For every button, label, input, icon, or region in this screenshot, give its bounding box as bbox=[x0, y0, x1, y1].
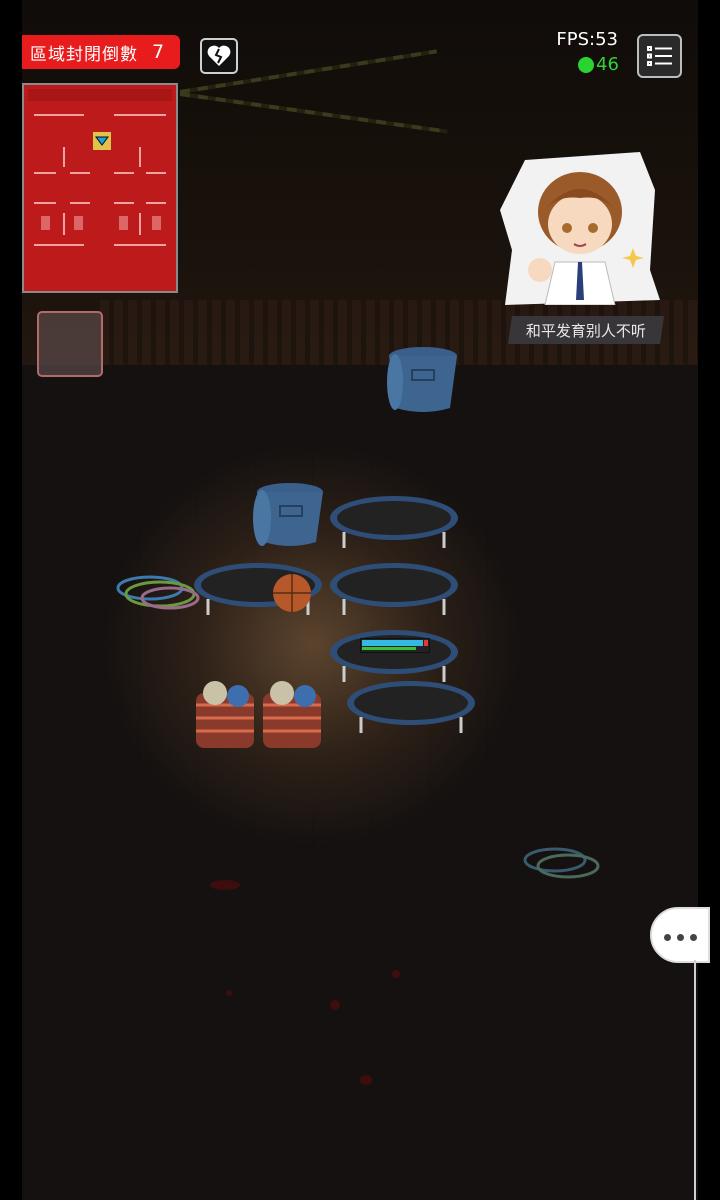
volleyball-basket[interactable] bbox=[196, 681, 254, 748]
chibi-boy-avatar-icon bbox=[500, 152, 660, 306]
trash-can[interactable] bbox=[253, 483, 323, 546]
connection-dot-icon bbox=[578, 56, 594, 73]
trampoline[interactable] bbox=[347, 681, 475, 733]
countdown-label: 區域封閉倒數 bbox=[30, 44, 138, 65]
speech-text: 和平发育别人不听 bbox=[525, 321, 646, 340]
minimap-layout bbox=[28, 89, 172, 246]
broken-heart-button[interactable] bbox=[200, 38, 238, 74]
fps-counter: FPS:53 bbox=[556, 29, 618, 50]
trash-can[interactable] bbox=[387, 347, 457, 412]
minimap[interactable] bbox=[22, 83, 178, 293]
character-portrait[interactable] bbox=[500, 150, 660, 306]
ping-indicator: 46 bbox=[578, 54, 619, 75]
zone-close-countdown: 區域封閉倒數 7 bbox=[22, 35, 180, 69]
stamina-bar-fill bbox=[362, 647, 416, 650]
menu-button[interactable] bbox=[637, 34, 682, 78]
trampoline[interactable] bbox=[330, 563, 458, 615]
menu-list-icon bbox=[646, 46, 672, 66]
ellipsis-icon bbox=[661, 926, 700, 945]
trampoline[interactable] bbox=[330, 496, 458, 548]
item-slot[interactable] bbox=[37, 311, 103, 377]
damage-indicator bbox=[424, 640, 428, 646]
basketball[interactable] bbox=[273, 574, 311, 612]
chat-button[interactable] bbox=[650, 907, 710, 963]
left-border bbox=[0, 0, 22, 1200]
character-speech-bubble: 和平发育别人不听 bbox=[508, 316, 664, 344]
health-bar-fill bbox=[362, 640, 423, 646]
countdown-value: 7 bbox=[152, 41, 165, 63]
ping-value: 46 bbox=[596, 54, 619, 75]
player-marker-icon bbox=[93, 132, 111, 150]
volleyball-basket[interactable] bbox=[263, 681, 321, 748]
right-border bbox=[698, 0, 720, 1200]
broken-heart-icon bbox=[207, 45, 231, 66]
hula-hoops[interactable] bbox=[523, 847, 600, 879]
chat-panel-edge bbox=[694, 960, 696, 1200]
player-status-bar bbox=[360, 638, 430, 653]
hula-hoops[interactable] bbox=[116, 575, 200, 610]
